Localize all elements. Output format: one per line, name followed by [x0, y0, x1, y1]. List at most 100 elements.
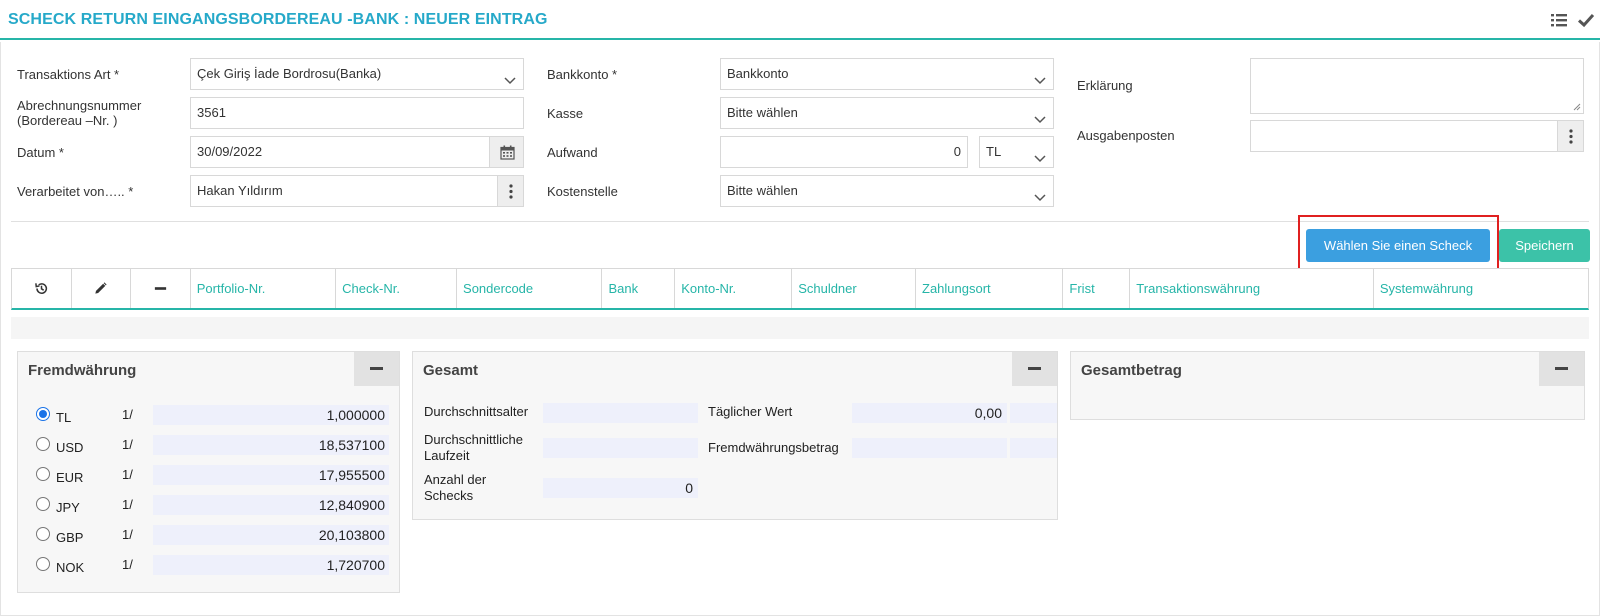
- fx-amount-value[interactable]: [852, 438, 1007, 458]
- cash-select[interactable]: Bitte wählen: [720, 97, 1054, 129]
- fx-amount-extra: [1010, 438, 1057, 458]
- settlement-number-label-line1: Abrechnungsnummer: [17, 98, 142, 113]
- currency-radio[interactable]: [36, 557, 50, 571]
- collapse-button[interactable]: [1012, 352, 1057, 386]
- explanation-textarea[interactable]: [1250, 58, 1584, 114]
- chevron-down-icon: [1033, 107, 1047, 124]
- chevron-down-icon: [503, 68, 517, 85]
- currency-radio[interactable]: [36, 527, 50, 541]
- processed-by-menu-button[interactable]: [497, 175, 524, 207]
- grand-total-panel-title: Gesamtbetrag: [1081, 362, 1182, 379]
- column-header[interactable]: Frist: [1063, 269, 1131, 308]
- currency-radio[interactable]: [36, 467, 50, 481]
- currency-rate[interactable]: 1,720700: [153, 555, 389, 575]
- currency-row: TL 1/ 1,000000: [18, 403, 398, 427]
- collapse-button[interactable]: [1539, 352, 1584, 386]
- settlement-number-label: Abrechnungsnummer (Bordereau –Nr. ): [17, 98, 141, 128]
- daily-value-extra: [1010, 403, 1057, 423]
- expense-currency-value: TL: [986, 144, 1002, 159]
- history-icon[interactable]: [12, 269, 72, 308]
- daily-value-value[interactable]: 0,00: [852, 403, 1007, 423]
- settlement-number-input[interactable]: 3561: [190, 97, 524, 129]
- calendar-button[interactable]: [489, 136, 524, 168]
- total-panel: Gesamt Durchschnittsalter Durchschnittli…: [412, 351, 1058, 520]
- daily-value-label: Täglicher Wert: [708, 404, 793, 419]
- transaction-type-label: Transaktions Art *: [17, 67, 120, 82]
- highlight-box: [1298, 215, 1499, 270]
- resize-handle-icon: [1573, 103, 1581, 111]
- currency-row: NOK 1/ 1,720700: [18, 553, 398, 577]
- check-icon[interactable]: [1576, 10, 1596, 30]
- currency-rate[interactable]: 1,000000: [153, 405, 389, 425]
- expense-item-menu-button[interactable]: [1557, 120, 1584, 152]
- currency-row: USD 1/ 18,537100: [18, 433, 398, 457]
- avg-term-label-line1: Durchschnittliche: [424, 432, 523, 447]
- expense-item-input[interactable]: [1250, 120, 1558, 152]
- cost-center-label: Kostenstelle: [547, 184, 618, 199]
- currency-code: GBP: [56, 530, 84, 545]
- currency-rate[interactable]: 12,840900: [153, 495, 389, 515]
- minus-icon: [1555, 367, 1568, 370]
- processed-by-label: Verarbeitet von….. *: [17, 184, 134, 199]
- page-header: SCHECK RETURN EINGANGSBORDEREAU -BANK : …: [0, 0, 1600, 40]
- minus-icon[interactable]: [131, 269, 191, 308]
- page-title: SCHECK RETURN EINGANGSBORDEREAU -BANK : …: [8, 11, 548, 28]
- minus-icon: [370, 367, 383, 370]
- minus-icon: [1028, 367, 1041, 370]
- settlement-number-label-line2: (Bordereau –Nr. ): [17, 113, 118, 128]
- expense-input[interactable]: 0: [720, 136, 968, 168]
- chevron-down-icon: [1033, 68, 1047, 85]
- currency-divider: 1/: [122, 557, 133, 572]
- date-value: 30/09/2022: [197, 144, 263, 159]
- avg-age-value[interactable]: [543, 403, 698, 423]
- cash-label: Kasse: [547, 106, 584, 121]
- currency-divider: 1/: [122, 527, 133, 542]
- transaction-type-value: Çek Giriş İade Bordrosu(Banka): [197, 66, 382, 81]
- calendar-icon: [500, 145, 515, 160]
- expense-value: 0: [953, 144, 961, 159]
- column-header[interactable]: Zahlungsort: [916, 269, 1064, 308]
- bank-account-label: Bankkonto *: [547, 67, 618, 82]
- currency-code: JPY: [56, 500, 80, 515]
- column-header[interactable]: Bank: [602, 269, 676, 308]
- save-button[interactable]: Speichern: [1499, 229, 1590, 262]
- currency-code: USD: [56, 440, 84, 455]
- avg-term-label: Durchschnittliche Laufzeit: [424, 432, 523, 464]
- cost-center-select[interactable]: Bitte wählen: [720, 175, 1054, 207]
- num-checks-value[interactable]: 0: [543, 478, 698, 498]
- column-header[interactable]: Portfolio-Nr.: [191, 269, 337, 308]
- currency-rate[interactable]: 20,103800: [153, 525, 389, 545]
- column-header[interactable]: Konto-Nr.: [675, 269, 793, 308]
- currency-radio[interactable]: [36, 497, 50, 511]
- list-icon[interactable]: [1549, 10, 1569, 30]
- pencil-icon[interactable]: [72, 269, 131, 308]
- processed-by-value: Hakan Yıldırım: [197, 183, 283, 198]
- expense-currency-select[interactable]: TL: [979, 136, 1054, 168]
- currency-divider: 1/: [122, 437, 133, 452]
- bank-account-select[interactable]: Bankkonto: [720, 58, 1054, 90]
- avg-age-label: Durchschnittsalter: [424, 404, 529, 419]
- currency-rate[interactable]: 17,955500: [153, 465, 389, 485]
- currency-radio[interactable]: [36, 407, 50, 421]
- column-header[interactable]: Transaktionswährung: [1130, 269, 1374, 308]
- currency-divider: 1/: [122, 497, 133, 512]
- column-header[interactable]: Check-Nr.: [336, 269, 458, 308]
- currency-row: JPY 1/ 12,840900: [18, 493, 398, 517]
- transaction-type-select[interactable]: Çek Giriş İade Bordrosu(Banka): [190, 58, 524, 90]
- column-header[interactable]: Schuldner: [792, 269, 917, 308]
- bank-account-value: Bankkonto: [727, 66, 789, 81]
- collapse-button[interactable]: [354, 352, 399, 386]
- processed-by-input[interactable]: Hakan Yıldırım: [190, 175, 498, 207]
- column-header[interactable]: Sondercode: [457, 269, 603, 308]
- explanation-label: Erklärung: [1077, 78, 1133, 93]
- currency-row: GBP 1/ 20,103800: [18, 523, 398, 547]
- kebab-icon: [509, 184, 513, 199]
- column-header[interactable]: Systemwährung: [1374, 269, 1588, 308]
- fx-panel: Fremdwährung TL 1/ 1,000000 USD 1/ 18,53…: [17, 351, 400, 593]
- currency-code: NOK: [56, 560, 85, 575]
- avg-term-value[interactable]: [543, 438, 698, 458]
- currency-rate[interactable]: 18,537100: [153, 435, 389, 455]
- date-input[interactable]: 30/09/2022: [190, 136, 490, 168]
- chevron-down-icon: [1033, 185, 1047, 202]
- currency-radio[interactable]: [36, 437, 50, 451]
